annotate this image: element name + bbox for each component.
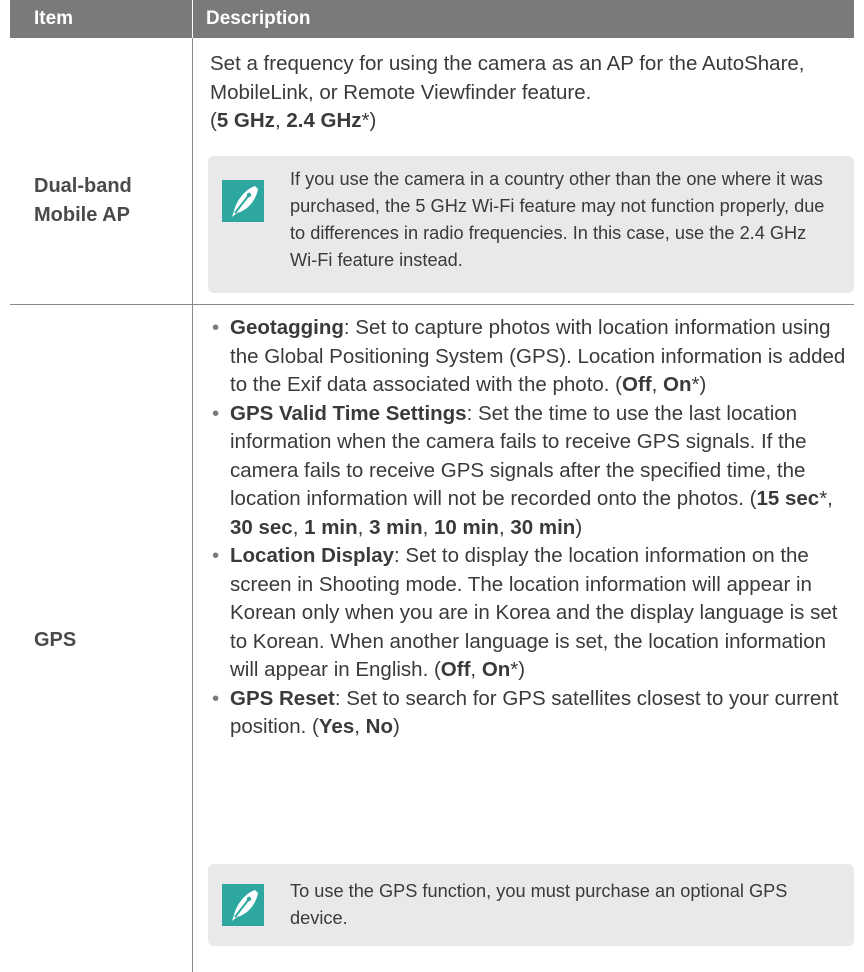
paren: ): [575, 515, 583, 539]
option-5ghz: 5 GHz: [216, 109, 275, 132]
option-tail: ): [392, 715, 400, 738]
dual-band-description: Set a frequency for using the camera as …: [210, 50, 850, 136]
pen-nib-icon: [222, 180, 264, 222]
option-30sec: 30 sec: [230, 515, 293, 539]
item-label-line: Mobile AP: [34, 204, 130, 226]
pen-nib-icon: [222, 884, 264, 926]
column-divider: [192, 38, 193, 972]
separator: ,: [274, 109, 287, 132]
bullet-geotagging: • Geotagging: Set to capture photos with …: [212, 316, 846, 396]
note-box: If you use the camera in a country other…: [208, 156, 854, 293]
row-divider: [10, 304, 854, 305]
option-2-4ghz: 2.4 GHz: [286, 109, 362, 132]
separator: ,: [827, 487, 833, 510]
option-tail: *): [510, 658, 526, 681]
separator: ,: [354, 715, 366, 738]
bullet-term: GPS Reset: [230, 686, 335, 710]
item-dual-band-mobile-ap: Dual-band Mobile AP: [34, 172, 184, 230]
note-box: To use the GPS function, you must purcha…: [208, 864, 854, 946]
header-divider: [192, 0, 193, 38]
gps-description: • Geotagging: Set to capture photos with …: [210, 314, 850, 742]
bullet-term: Geotagging: [230, 316, 344, 339]
option-10min: 10 min: [434, 515, 499, 539]
default-mark: *: [361, 109, 370, 132]
separator: ,: [498, 515, 511, 539]
separator: ,: [470, 658, 482, 681]
paren: (: [210, 109, 217, 132]
option-off: Off: [440, 658, 471, 681]
option-yes: Yes: [318, 715, 355, 738]
default-mark: *: [819, 487, 828, 510]
bullet-term: Location Display: [230, 544, 395, 567]
option-tail: *): [691, 373, 707, 396]
separator: ,: [422, 515, 435, 539]
header-description: Description: [206, 8, 311, 29]
item-label-line: Dual-band: [34, 175, 132, 197]
bullet-location-display: • Location Display: Set to display the lo…: [212, 544, 838, 681]
separator: ,: [292, 515, 305, 539]
paren: ): [369, 109, 377, 132]
description-text: Set a frequency for using the camera as …: [210, 52, 805, 104]
option-1min: 1 min: [304, 515, 358, 539]
separator: ,: [651, 373, 664, 396]
note-text: To use the GPS function, you must purcha…: [290, 881, 788, 928]
option-3min: 3 min: [369, 515, 423, 539]
item-gps: GPS: [34, 629, 77, 651]
bullet-gps-reset: • GPS Reset: Set to search for GPS satell…: [212, 686, 839, 739]
note-text: If you use the camera in a country other…: [290, 169, 825, 270]
option-15sec: 15 sec: [756, 487, 820, 510]
bullet-term: GPS Valid Time Settings: [230, 401, 467, 425]
separator: ,: [357, 515, 370, 539]
bullet-gps-valid-time: • GPS Valid Time Settings: Set the time t…: [212, 401, 833, 539]
option-on: On: [663, 373, 692, 396]
option-no: No: [365, 715, 393, 738]
table-header: Item Description: [10, 0, 854, 38]
option-30min: 30 min: [510, 515, 576, 539]
header-item: Item: [34, 8, 74, 29]
option-on: On: [481, 658, 511, 681]
option-off: Off: [622, 373, 652, 396]
